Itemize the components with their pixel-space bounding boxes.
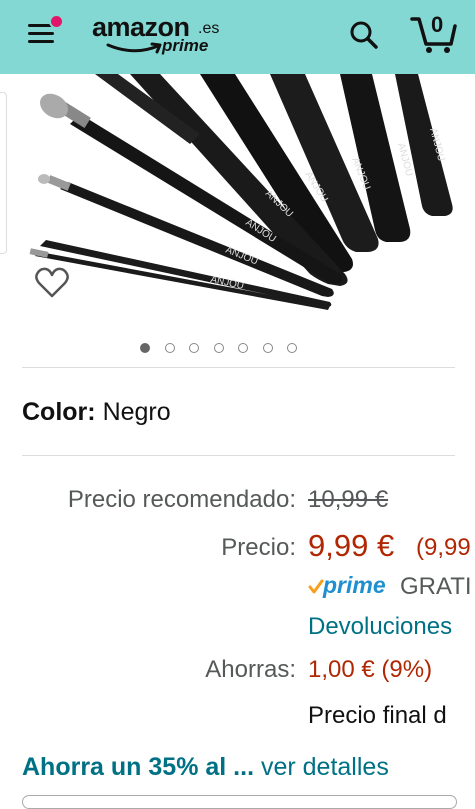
divider: [22, 455, 455, 456]
carousel-dot[interactable]: [189, 343, 199, 353]
savings-label: Ahorras:: [205, 656, 296, 683]
top-header: amazon .es prime 0: [0, 0, 475, 74]
amazon-logo[interactable]: amazon .es prime: [92, 12, 232, 58]
color-label: Color:: [22, 398, 96, 426]
carousel-dot[interactable]: [164, 343, 175, 353]
shipping-text: GRATI: [400, 573, 472, 600]
image-frame-edge: [0, 92, 7, 254]
product-image[interactable]: ANJOU ANJOU ANJOU ANJOU ANJOU ANJOU ANJO…: [0, 74, 475, 334]
carousel-dot[interactable]: [213, 343, 224, 353]
hamburger-menu-icon-bar: [28, 40, 54, 43]
carousel-dot[interactable]: [238, 343, 248, 353]
amazon-smile-icon: [106, 42, 162, 54]
price-value: 9,99 €: [308, 528, 395, 563]
carousel-dot[interactable]: [140, 343, 150, 353]
prime-check-icon: [308, 579, 324, 594]
recommended-price-label: Precio recomendado:: [67, 486, 296, 513]
hamburger-menu-icon-bar: [28, 32, 54, 35]
color-selector: Color: Negro: [22, 398, 171, 427]
wishlist-heart-icon[interactable]: [34, 266, 70, 300]
search-button[interactable]: [347, 18, 381, 52]
offer-ellipsis: l ...: [219, 753, 261, 781]
price-per-unit: (9,99: [416, 534, 471, 561]
returns-link[interactable]: Devoluciones: [308, 613, 452, 641]
price-label: Precio:: [221, 534, 296, 561]
divider: [22, 367, 455, 368]
carousel-indicators: [140, 340, 312, 354]
final-price-text: Precio final d: [308, 702, 447, 729]
logo-prime: prime: [162, 36, 209, 55]
search-icon: [350, 21, 378, 49]
color-value: Negro: [102, 398, 171, 426]
next-section-box: [22, 795, 457, 809]
prime-label: prime: [323, 572, 386, 598]
cart-button[interactable]: 0: [409, 10, 459, 54]
carousel-dot[interactable]: [262, 343, 273, 353]
recommended-price-value: 10,99 €: [308, 486, 389, 513]
offer-text: Ahorra un 35% a: [22, 753, 220, 781]
makeup-brushes-image: ANJOU ANJOU ANJOU ANJOU ANJOU ANJOU ANJO…: [29, 74, 453, 310]
notification-dot: [49, 14, 64, 29]
savings-value: 1,00 € (9%): [308, 656, 433, 683]
carousel-dot[interactable]: [287, 343, 297, 353]
prime-badge: prime: [308, 572, 388, 600]
svg-text:ANJOU: ANJOU: [224, 245, 260, 268]
coupon-offer[interactable]: Ahorra un 35% al ... ver detalles: [22, 753, 389, 782]
cart-count: 0: [431, 12, 444, 37]
menu-button[interactable]: [28, 14, 64, 46]
details-link[interactable]: ver detalles: [261, 753, 389, 781]
brush-handles: [95, 74, 453, 286]
